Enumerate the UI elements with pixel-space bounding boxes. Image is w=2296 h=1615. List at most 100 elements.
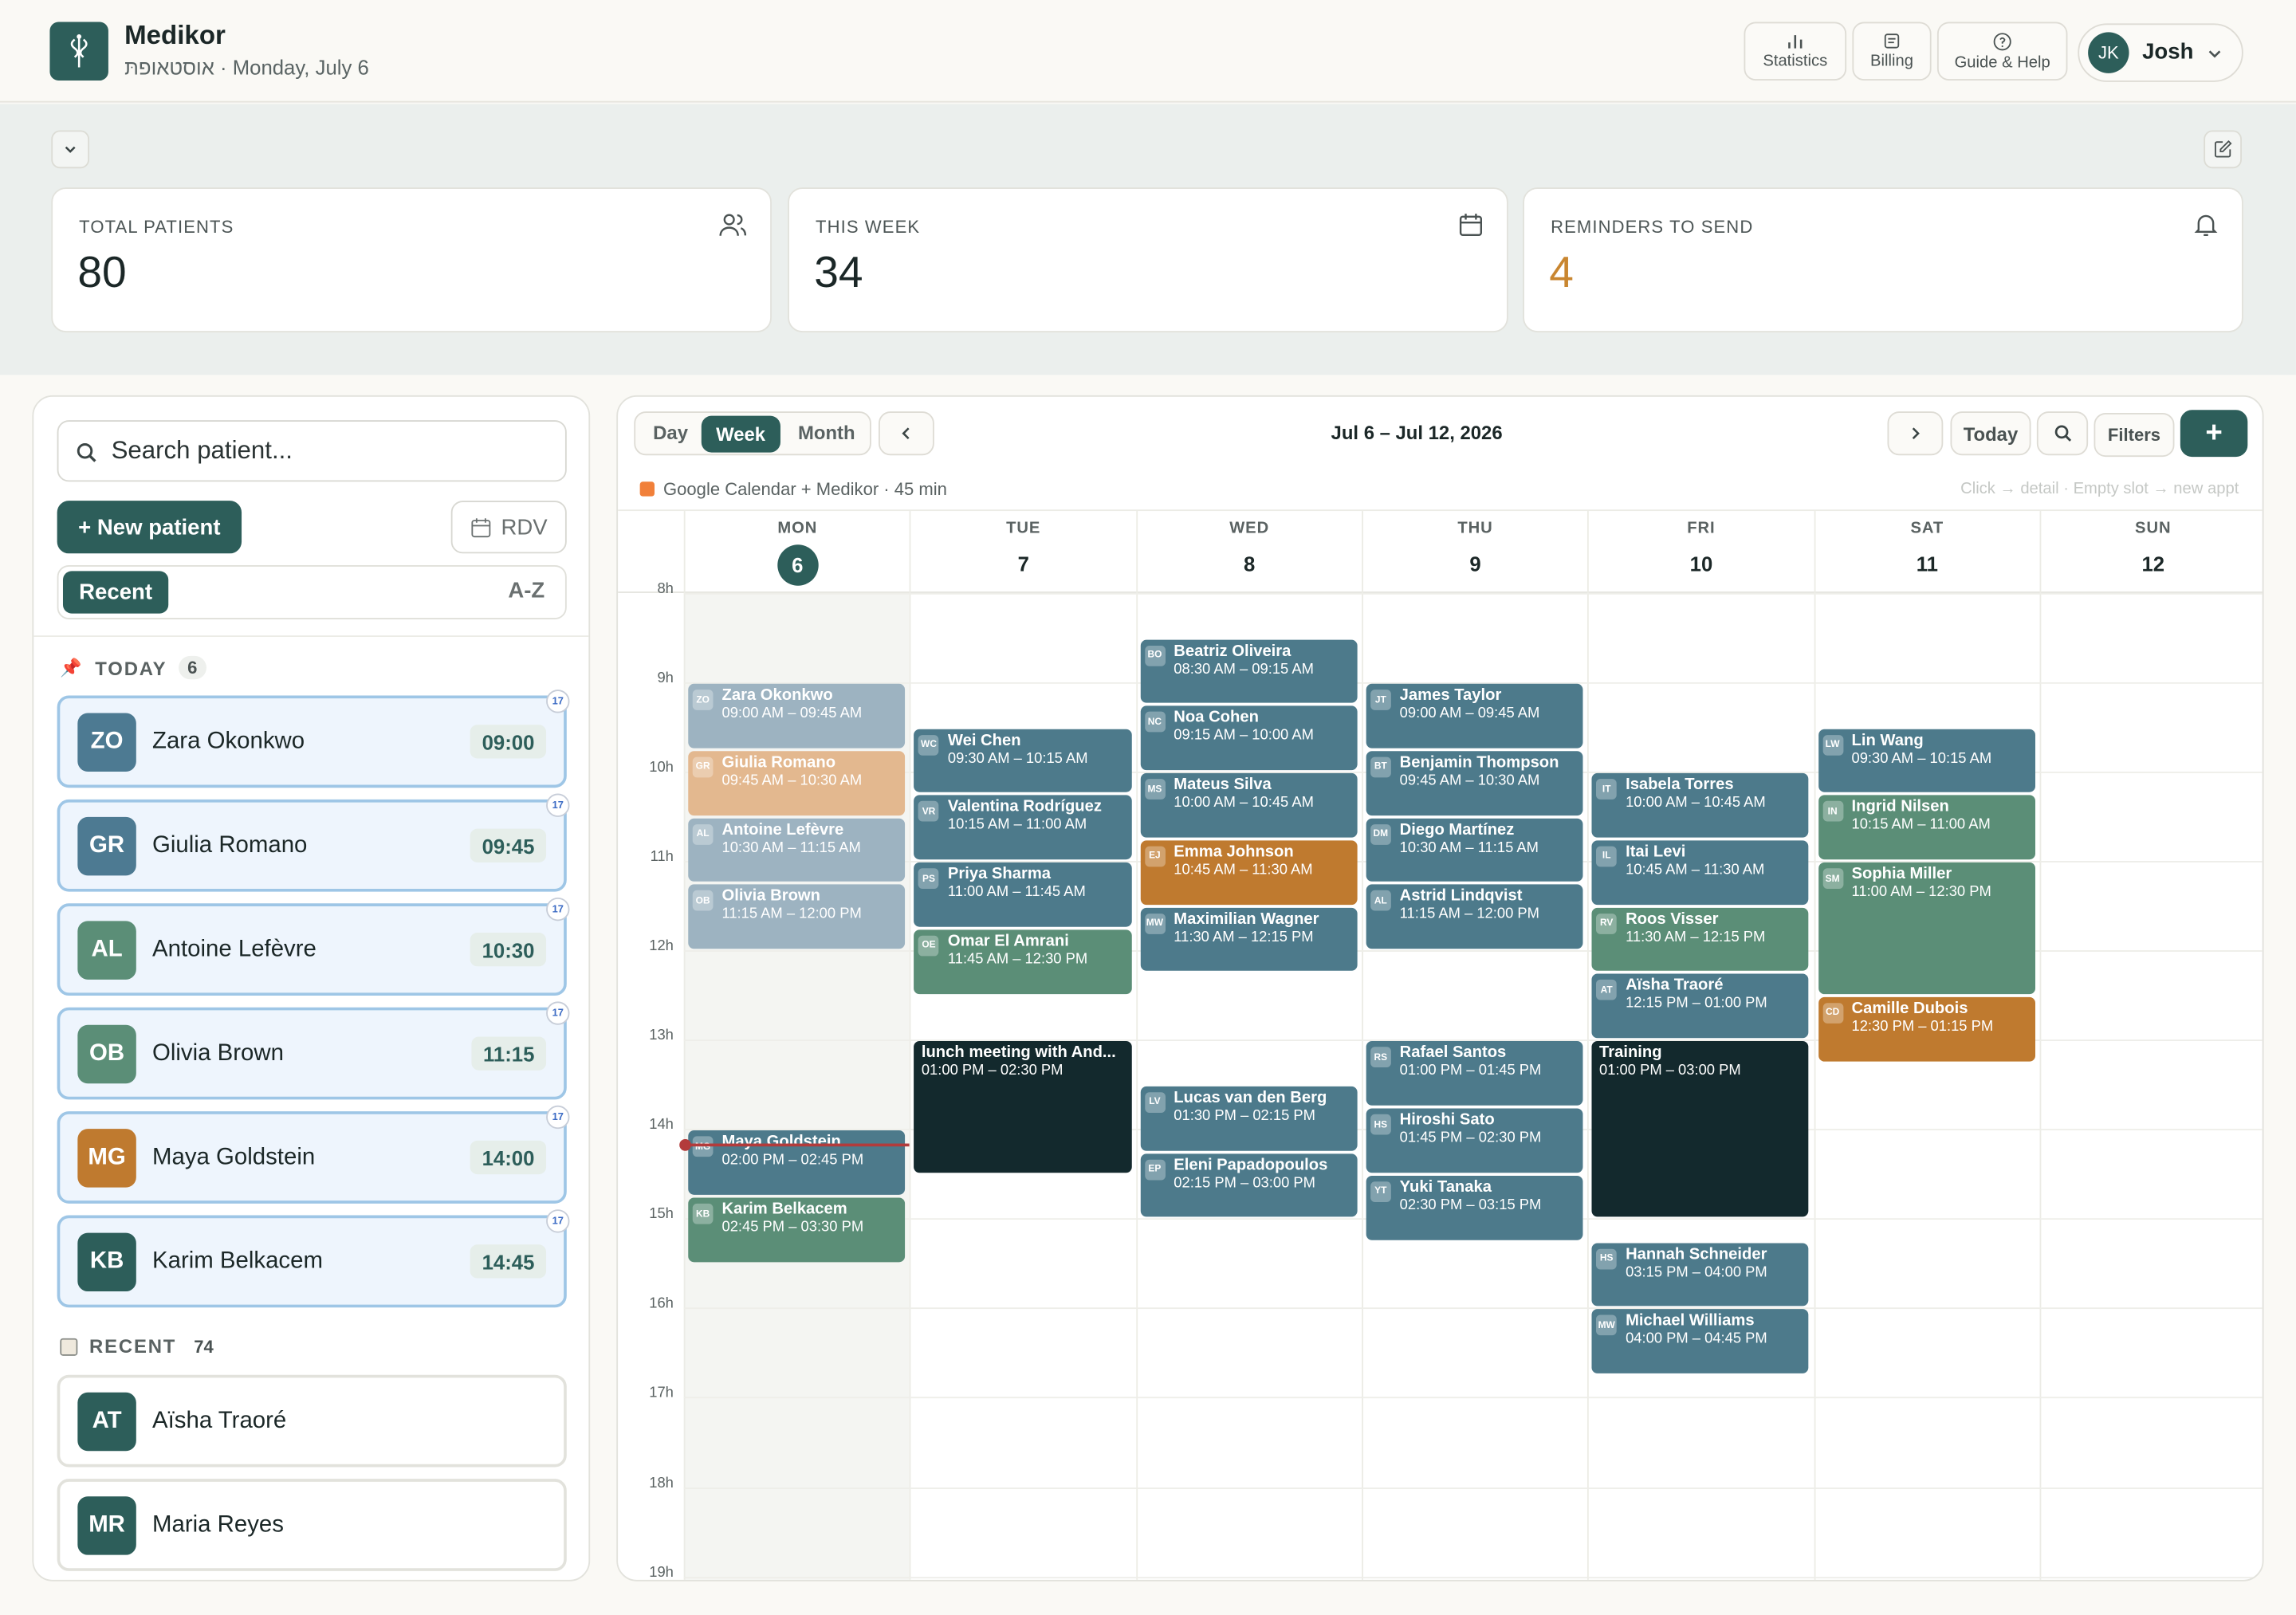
patient-avatar: NC	[1144, 712, 1166, 733]
today-patient-item[interactable]: AL Antoine Lefèvre 10:30 17	[57, 897, 570, 996]
calendar-event[interactable]: HS Hiroshi Sato 01:45 PM – 02:30 PM	[1366, 1108, 1583, 1173]
day-header[interactable]: SAT 11	[1813, 511, 2039, 593]
calendar-event[interactable]: CD Camille Dubois 12:30 PM – 01:15 PM	[1818, 996, 2035, 1061]
calendar-event[interactable]: SM Sophia Miller 11:00 AM – 12:30 PM	[1818, 863, 2035, 994]
calendar-event[interactable]: MS Mateus Silva 10:00 AM – 10:45 AM	[1140, 773, 1358, 838]
calendar-event[interactable]: IT Isabela Torres 10:00 AM – 10:45 AM	[1591, 773, 1810, 838]
total-patients-card[interactable]: TOTAL PATIENTS 80	[51, 187, 772, 332]
prev-week-button[interactable]	[879, 411, 934, 456]
calendar-event[interactable]: LV Lucas van den Berg 01:30 PM – 02:15 P…	[1140, 1086, 1358, 1150]
view-week-button[interactable]: Week	[701, 415, 780, 453]
calendar-event[interactable]: NC Noa Cohen 09:15 AM – 10:00 AM	[1140, 705, 1358, 771]
event-title: Training	[1599, 1044, 1662, 1063]
edit-button[interactable]	[2204, 130, 2242, 169]
calendar-event[interactable]: BT Benjamin Thompson 09:45 AM – 10:30 AM	[1366, 750, 1583, 815]
calendar-event[interactable]: PS Priya Sharma 11:00 AM – 11:45 AM	[914, 863, 1132, 927]
calendar-event[interactable]: MW Maximilian Wagner 11:30 AM – 12:15 PM	[1140, 907, 1358, 972]
day-header[interactable]: WED 8	[1135, 511, 1362, 593]
day-header[interactable]: THU 9	[1361, 511, 1587, 593]
event-time: 11:15 AM – 12:00 PM	[721, 906, 862, 923]
today-patient-item[interactable]: KB Karim Belkacem 14:45 17	[57, 1209, 570, 1308]
day-header[interactable]: SUN 12	[2039, 511, 2263, 593]
search-icon	[77, 442, 96, 462]
calendar-event[interactable]: AT Aïsha Traoré 12:15 PM – 01:00 PM	[1591, 974, 1810, 1039]
patient-avatar: MG	[692, 1136, 714, 1157]
calendar-event[interactable]: RV Roos Visser 11:30 AM – 12:15 PM	[1591, 907, 1810, 972]
day-number: 10	[1689, 552, 1713, 576]
view-day-button[interactable]: Day	[653, 422, 688, 444]
view-month-button[interactable]: Month	[798, 422, 855, 444]
patient-avatar: GR	[692, 756, 714, 778]
hour-line	[683, 592, 2263, 595]
event-time: 09:30 AM – 10:15 AM	[1851, 750, 1992, 767]
calendar-event[interactable]: AL Antoine Lefèvre 10:30 AM – 11:15 AM	[688, 818, 906, 882]
calendar-event[interactable]: EP Eleni Papadopoulos 02:15 PM – 03:00 P…	[1140, 1153, 1358, 1218]
calendar-event[interactable]: MG Maya Goldstein 02:00 PM – 02:45 PM	[688, 1130, 906, 1195]
calendar-event[interactable]: JT James Taylor 09:00 AM – 09:45 AM	[1366, 683, 1583, 749]
calendar-event[interactable]: BO Beatriz Oliveira 08:30 AM – 09:15 AM	[1140, 639, 1358, 704]
patient-avatar: CD	[1822, 1002, 1843, 1024]
sort-recent-button[interactable]: Recent	[62, 571, 169, 614]
recent-count: 74	[194, 1336, 214, 1357]
calendar-event[interactable]: GR Giulia Romano 09:45 AM – 10:30 AM	[688, 750, 906, 815]
calendar-event[interactable]: AL Astrid Lindqvist 11:15 AM – 12:00 PM	[1366, 885, 1583, 949]
recent-patient-item[interactable]: MR Maria Reyes	[57, 1479, 567, 1571]
calendar-event[interactable]: YT Yuki Tanaka 02:30 PM – 03:15 PM	[1366, 1175, 1583, 1240]
calendar-event[interactable]: HS Hannah Schneider 03:15 PM – 04:00 PM	[1591, 1242, 1810, 1307]
appointment-time: 14:45	[470, 1244, 547, 1279]
new-patient-button[interactable]: + New patient	[57, 501, 242, 554]
calendar-event[interactable]: OE Omar El Amrani 11:45 AM – 12:30 PM	[914, 929, 1132, 994]
today-patient-item[interactable]: GR Giulia Romano 09:45 17	[57, 793, 570, 892]
patient-name: Olivia Brown	[152, 1040, 284, 1067]
patient-avatar: PS	[918, 868, 939, 890]
search-button[interactable]	[2036, 411, 2089, 456]
rdv-button[interactable]: RDV	[450, 501, 567, 554]
next-week-button[interactable]	[1887, 411, 1944, 456]
today-patient-item[interactable]: OB Olivia Brown 11:15 17	[57, 1001, 570, 1100]
today-patient-item[interactable]: MG Maya Goldstein 14:00 17	[57, 1105, 570, 1204]
calendar-event[interactable]: Training 01:00 PM – 03:00 PM	[1591, 1041, 1810, 1218]
hour-label: 13h	[649, 1028, 674, 1045]
event-title: Isabela Torres	[1626, 776, 1734, 794]
day-header[interactable]: TUE 7	[910, 511, 1135, 593]
calendar-event[interactable]: KB Karim Belkacem 02:45 PM – 03:30 PM	[688, 1197, 906, 1263]
notebook-icon	[60, 1337, 78, 1355]
today-patient-item[interactable]: ZO Zara Okonkwo 09:00 17	[57, 690, 570, 788]
calendar-event[interactable]: IL Itai Levi 10:45 AM – 11:30 AM	[1591, 840, 1810, 905]
patient-avatar: IT	[1596, 779, 1618, 800]
calendar-event[interactable]: VR Valentina Rodríguez 10:15 AM – 11:00 …	[914, 796, 1132, 860]
bell-icon	[2194, 214, 2218, 237]
calendar-event[interactable]: RS Rafael Santos 01:00 PM – 01:45 PM	[1366, 1041, 1583, 1106]
search-input[interactable]: Search patient...	[57, 420, 567, 482]
appointment-time: 11:15	[471, 1036, 547, 1071]
statistics-button[interactable]: Statistics	[1744, 22, 1847, 81]
calendar-event[interactable]: WC Wei Chen 09:30 AM – 10:15 AM	[914, 728, 1132, 793]
sort-az-button[interactable]: A-Z	[508, 579, 545, 603]
hour-line	[683, 1397, 2263, 1399]
collapse-button[interactable]	[51, 130, 90, 169]
this-week-card[interactable]: THIS WEEK 34	[788, 187, 1508, 332]
guide-help-button[interactable]: Guide & Help	[1936, 22, 2068, 81]
day-header[interactable]: FRI 10	[1587, 511, 1813, 593]
calendar-event[interactable]: ZO Zara Okonkwo 09:00 AM – 09:45 AM	[688, 683, 906, 749]
calendar-event[interactable]: OB Olivia Brown 11:15 AM – 12:00 PM	[688, 885, 906, 949]
day-header[interactable]: MON 6	[683, 511, 910, 593]
header-subtitle: אוסטאופתּ · Monday, July 6	[124, 55, 369, 80]
billing-button[interactable]: Billing	[1852, 22, 1932, 81]
user-menu[interactable]: JK Josh	[2078, 23, 2243, 82]
day-name: FRI	[1687, 520, 1716, 538]
today-button[interactable]: Today	[1950, 411, 2031, 456]
patient-name: Zara Okonkwo	[152, 729, 305, 754]
filters-button[interactable]: Filters	[2094, 412, 2175, 458]
reminders-card[interactable]: REMINDERS TO SEND 4	[1523, 187, 2243, 332]
calendar-event[interactable]: IN Ingrid Nilsen 10:15 AM – 11:00 AM	[1818, 796, 2035, 860]
day-name: WED	[1229, 520, 1270, 538]
recent-patient-item[interactable]: AT Aïsha Traoré	[57, 1374, 567, 1468]
calendar-event[interactable]: EJ Emma Johnson 10:45 AM – 11:30 AM	[1140, 840, 1358, 905]
calendar-event[interactable]: LW Lin Wang 09:30 AM – 10:15 AM	[1818, 728, 2035, 793]
add-appointment-button[interactable]: +	[2180, 410, 2248, 458]
calendar-event[interactable]: lunch meeting with And... 01:00 PM – 02:…	[914, 1041, 1132, 1173]
app-logo-icon[interactable]	[49, 22, 108, 81]
calendar-event[interactable]: DM Diego Martínez 10:30 AM – 11:15 AM	[1366, 818, 1583, 882]
calendar-event[interactable]: MW Michael Williams 04:00 PM – 04:45 PM	[1591, 1309, 1810, 1374]
